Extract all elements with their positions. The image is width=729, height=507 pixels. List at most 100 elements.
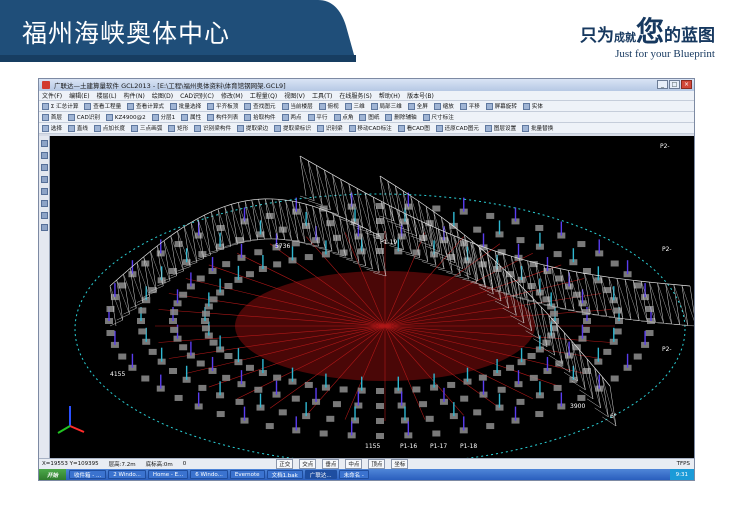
toolbar-item[interactable]: 还原CAD图元: [435, 124, 479, 132]
toolbar-item[interactable]: 屏幕旋转: [485, 102, 517, 110]
menu-item[interactable]: 修改(M): [221, 91, 243, 100]
taskbar-item[interactable]: Home - E...: [147, 470, 189, 479]
toolbar-item[interactable]: Σ 汇总计算: [42, 102, 78, 110]
toolbar-item[interactable]: 提取梁边: [237, 124, 268, 132]
start-button[interactable]: 开始: [39, 469, 67, 480]
toolbar-item[interactable]: 属性: [181, 113, 201, 121]
toolbar-item[interactable]: 平齐板顶: [207, 102, 238, 110]
snap-toggle[interactable]: 正交: [276, 459, 294, 469]
toolbar-item[interactable]: 看CAD图: [397, 124, 430, 132]
menu-item[interactable]: CAD识别(C): [180, 91, 214, 100]
taskbar-item[interactable]: 2 Windo...: [108, 470, 146, 479]
menu-item[interactable]: 版本号(B): [407, 91, 434, 100]
tool-icon[interactable]: [40, 164, 48, 171]
toolbar-item[interactable]: 批量选择: [170, 102, 201, 110]
toolbar-item[interactable]: 点角: [333, 113, 353, 121]
taskbar-item[interactable]: 6 Windo...: [190, 470, 228, 479]
tool-icon[interactable]: [40, 224, 48, 231]
toolbar-item[interactable]: 批量替换: [522, 124, 553, 132]
menu-item[interactable]: 视图(V): [284, 91, 305, 100]
toolbar-item[interactable]: 构件列表: [207, 113, 238, 121]
truss-chord: [190, 218, 198, 223]
stand-block: [645, 305, 654, 312]
taskbar: 开始 收件箱 - ... 2 Windo... Home - E... 6 Windo…: [39, 469, 694, 480]
toolbar-item[interactable]: 三维: [344, 102, 365, 110]
tool-icon: [84, 103, 92, 110]
snap-toggle[interactable]: 垂点: [322, 459, 340, 469]
tool-icon[interactable]: [40, 200, 48, 207]
base-elevation: 底标高:0m: [145, 462, 173, 468]
taskbar-item[interactable]: 广联达...: [304, 470, 337, 479]
toolbar-item[interactable]: 拾取构件: [244, 113, 276, 121]
stand-block: [179, 291, 188, 298]
menu-item[interactable]: 帮助(H): [379, 91, 400, 100]
toolbar-item[interactable]: 点加长度: [93, 124, 125, 132]
menu-item[interactable]: 文件(F): [42, 91, 62, 100]
toolbar-item[interactable]: 查找图元: [244, 102, 276, 110]
menu-item[interactable]: 工程量(Q): [250, 91, 277, 100]
toolbar-item[interactable]: 三点画弧: [131, 124, 162, 132]
toolbar-item[interactable]: 矩形: [168, 124, 188, 132]
toolbar-item[interactable]: 缩放: [433, 102, 454, 110]
tool-icon[interactable]: [40, 212, 48, 219]
toolbar-item[interactable]: CAD识别: [67, 113, 100, 121]
menu-item[interactable]: 在线服务(S): [339, 91, 372, 100]
menu-item[interactable]: 绘图(D): [152, 91, 173, 100]
truss-chord: [624, 319, 640, 321]
truss-chord: [231, 202, 239, 205]
toolbar-item[interactable]: 尺寸标注: [422, 113, 454, 121]
close-button[interactable]: ×: [681, 80, 692, 89]
axis-gizmo-y: [57, 425, 71, 434]
stand-block: [376, 388, 384, 394]
toolbar-item[interactable]: 首层: [42, 113, 62, 121]
truss-member: [535, 262, 542, 303]
toolbar-item[interactable]: 平移: [459, 102, 480, 110]
toolbar-item[interactable]: 直线: [67, 124, 88, 132]
snap-toggle[interactable]: 顶点: [368, 459, 386, 469]
toolbar-item[interactable]: 图层设置: [485, 124, 516, 132]
menu-item[interactable]: 编辑(E): [69, 91, 89, 100]
tool-icon: [422, 114, 430, 121]
truss-chord: [568, 269, 577, 273]
toolbar-item[interactable]: 选择: [42, 124, 62, 132]
toolbar-item[interactable]: 全屏: [407, 102, 428, 110]
tool-icon[interactable]: [40, 140, 48, 147]
toolbar-item[interactable]: 当前楼层: [281, 102, 313, 110]
truss-chord: [441, 216, 450, 224]
taskbar-item[interactable]: Evernote: [229, 470, 265, 479]
toolbar-item[interactable]: 实体: [522, 102, 543, 110]
toolbar-item[interactable]: KZ4900@2: [106, 113, 146, 121]
toolbar-item[interactable]: 查看计算式: [127, 102, 164, 110]
menu-item[interactable]: 楼层(L): [97, 91, 117, 100]
snap-toggle[interactable]: 中点: [345, 459, 363, 469]
toolbar-item[interactable]: 两点: [281, 113, 302, 121]
maximize-button[interactable]: □: [669, 80, 680, 89]
tool-icon[interactable]: [40, 188, 48, 195]
menu-item[interactable]: 构件(N): [124, 91, 145, 100]
minimize-button[interactable]: _: [657, 80, 668, 89]
truss-member: [624, 279, 632, 320]
toolbar-item[interactable]: 移动CAD标注: [348, 124, 392, 132]
stand-block: [550, 310, 559, 317]
menu-item[interactable]: 工具(T): [312, 91, 332, 100]
tool-icon[interactable]: [40, 152, 48, 159]
snap-toggle[interactable]: 坐标: [391, 459, 409, 469]
tool-icon: [67, 114, 75, 121]
toolbar-item[interactable]: 平行: [307, 113, 328, 121]
taskbar-item[interactable]: 收件箱 - ...: [69, 470, 107, 479]
toolbar-item[interactable]: 俯视: [318, 102, 339, 110]
toolbar-item[interactable]: 识别梁构件: [194, 124, 231, 132]
truss-chord: [600, 275, 609, 278]
toolbar-item[interactable]: 局部三维: [370, 102, 402, 110]
taskbar-item[interactable]: 未命名 -: [338, 470, 369, 479]
toolbar-item[interactable]: 删除辅轴: [385, 113, 417, 121]
toolbar-item[interactable]: 查看工程量: [84, 102, 121, 110]
toolbar-item[interactable]: 提取梁标识: [274, 124, 311, 132]
toolbar-item[interactable]: 分层1: [151, 113, 175, 121]
3d-viewport[interactable]: 1155 P1-16 P1-17 P1-18 P1-19 5736 4155 3900 6° P2…: [50, 136, 694, 458]
taskbar-item[interactable]: 文档1.bak: [266, 470, 303, 479]
toolbar-item[interactable]: 识别梁: [317, 124, 343, 132]
tool-icon[interactable]: [40, 176, 48, 183]
toolbar-item[interactable]: 图纸: [359, 113, 379, 121]
snap-toggle[interactable]: 交点: [299, 459, 317, 469]
